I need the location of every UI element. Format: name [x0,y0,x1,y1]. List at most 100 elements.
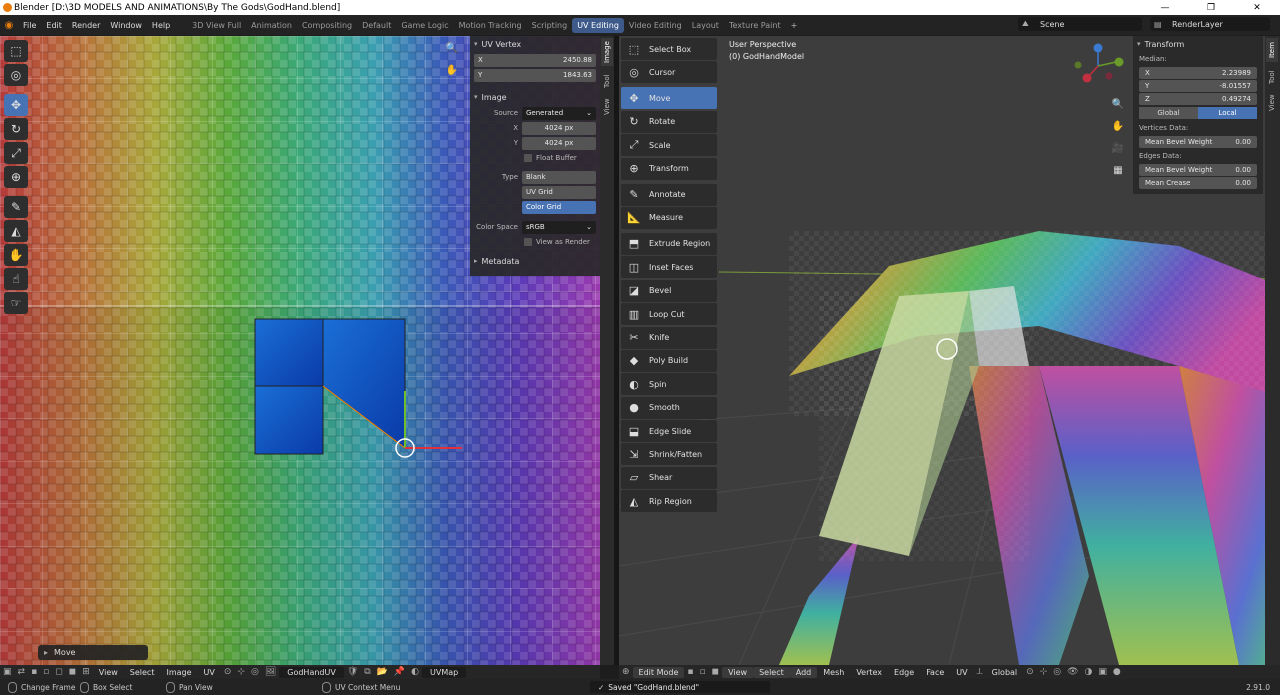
color-space-dropdown[interactable]: Color Space sRGB ⌄ [474,220,596,234]
fake-user-icon[interactable]: 🛡 [344,667,361,677]
edge-select-icon[interactable]: ▫ [40,667,52,677]
tab-compositing[interactable]: Compositing [297,18,357,33]
tool-smooth[interactable]: ● Smooth [621,396,717,419]
vp-menu-select[interactable]: Select [753,666,790,678]
tool-inset-faces[interactable]: ◫ Inset Faces [621,256,717,279]
xray-icon[interactable]: ▣ [1095,667,1110,677]
image-width-field[interactable]: X 4024 px [474,121,596,135]
tab-3d-view-full[interactable]: 3D View Full [187,18,246,33]
tool-transform[interactable]: ⊕ Transform [621,157,717,180]
pivot-icon[interactable]: ⊙ [221,667,235,677]
uv-vertex-y-field[interactable]: Y 1843.63 [474,68,596,82]
image-panel-header[interactable]: ▾ Image [470,89,600,105]
uv-transform-tool-button[interactable]: ⊕ [4,166,28,188]
edge-bevel-weight-field[interactable]: Mean Bevel Weight 0.00 [1139,164,1257,176]
new-image-icon[interactable]: ⧉ [361,667,373,677]
open-image-icon[interactable]: 📂 [374,667,391,677]
tool-poly-build[interactable]: ◆ Poly Build [621,349,717,372]
image-height-field[interactable]: Y 4024 px [474,136,596,150]
uv-menu-image[interactable]: Image [160,668,197,677]
tab-game-logic[interactable]: Game Logic [396,18,453,33]
metadata-panel-header[interactable]: ▸ Metadata [470,253,600,269]
image-browse-icon[interactable]: 🖼 [262,667,279,677]
vp-menu-face[interactable]: Face [920,668,950,677]
uv-vertex-x-field[interactable]: X 2450.88 [474,53,596,67]
tab-item[interactable]: Item [1266,38,1278,62]
face-select-mode-icon[interactable]: ◼ [709,667,722,677]
zoom-icon[interactable]: 🔍 [1110,96,1126,112]
uv-cursor-tool-button[interactable]: ◎ [4,64,28,86]
shading-solid-icon[interactable]: ● [1110,667,1124,677]
editor-type-icon[interactable]: ⊕ [619,667,633,677]
tab-default[interactable]: Default [357,18,396,33]
type-option-blank[interactable]: Type Blank [474,170,596,184]
tool-rotate[interactable]: ↻ Rotate [621,110,717,133]
tool-loop-cut[interactable]: ▥ Loop Cut [621,303,717,326]
tab-tool[interactable]: Tool [1266,66,1278,88]
menu-file[interactable]: File [18,21,41,30]
uv-vertex-header[interactable]: ▾ UV Vertex [470,36,600,52]
vertex-select-icon[interactable]: ▪ [28,667,40,677]
uv-editor[interactable]: ⬚ ◎ ✥ ↻ ⤢ ⊕ ✎ ◭ ✋ ☝ ☞ 🔍 ✋ ▾ UV Vertex X 24… [0,36,600,665]
vp-menu-view[interactable]: View [722,666,754,678]
pan-hand-icon[interactable]: ✋ [444,62,460,78]
tool-cursor[interactable]: ◎ Cursor [621,61,717,84]
uv-menu-uv[interactable]: UV [198,668,221,677]
uv-relax-tool-button[interactable]: ☝ [4,268,28,290]
uv-select-tool-button[interactable]: ⬚ [4,40,28,62]
menu-help[interactable]: Help [147,21,175,30]
menu-render[interactable]: Render [67,21,105,30]
add-workspace-button[interactable]: + [786,18,803,33]
median-x-field[interactable]: X 2.23989 [1139,67,1257,79]
uv-menu-select[interactable]: Select [124,668,161,677]
tab-animation[interactable]: Animation [246,18,297,33]
uv-move-tool-button[interactable]: ✥ [4,94,28,116]
view-as-render-checkbox[interactable]: View as Render [524,235,600,249]
tab-scripting[interactable]: Scripting [527,18,573,33]
tool-extrude-region[interactable]: ⬒ Extrude Region [621,232,717,255]
tab-layout[interactable]: Layout [687,18,724,33]
vertex-select-mode-icon[interactable]: ▪ [684,667,696,677]
sticky-selection-icon[interactable]: ⊞ [79,667,93,677]
tool-shear[interactable]: ▱ Shear [621,466,717,489]
tab-view[interactable]: View [1266,92,1278,114]
face-select-icon[interactable]: ◻ [52,667,65,677]
pin-icon[interactable]: 📌 [391,667,408,677]
tool-measure[interactable]: 📐 Measure [621,206,717,229]
tab-tool[interactable]: Tool [601,70,613,92]
transform-header[interactable]: ▾ Transform [1133,36,1263,52]
uv-scale-tool-button[interactable]: ⤢ [4,142,28,164]
tool-scale[interactable]: ⤢ Scale [621,134,717,157]
tool-select-box[interactable]: ⬚ Select Box [621,38,717,60]
tool-annotate[interactable]: ✎ Annotate [621,183,717,206]
editor-type-icon[interactable]: ▣ [0,667,15,677]
proportional-edit-icon[interactable]: ◎ [248,667,262,677]
tool-rip-region[interactable]: ◭ Rip Region [621,490,717,513]
navigation-gizmo[interactable] [1074,43,1124,83]
vertex-bevel-weight-field[interactable]: Mean Bevel Weight 0.00 [1139,136,1257,148]
last-operator-panel[interactable]: ▸ Move [38,645,148,660]
tab-video-editing[interactable]: Video Editing [624,18,687,33]
maximize-button[interactable]: ❐ [1188,0,1234,15]
tool-move[interactable]: ✥ Move [621,87,717,110]
edge-select-mode-icon[interactable]: ▫ [697,667,709,677]
3d-viewport[interactable]: ⬚ Select Box ◎ Cursor ✥ Move ↻ Rotate ⤢ Scale ⊕ Tra… [619,36,1280,665]
menu-edit[interactable]: Edit [41,21,67,30]
median-y-field[interactable]: Y -8.01557 [1139,80,1257,92]
close-button[interactable]: ✕ [1234,0,1280,15]
vp-menu-vertex[interactable]: Vertex [850,668,888,677]
uv-rip-tool-button[interactable]: ◭ [4,220,28,242]
zoom-icon[interactable]: 🔍 [444,40,460,56]
visibility-icon[interactable]: 👁 [1064,667,1081,677]
proportional-edit-icon[interactable]: ◎ [1050,667,1064,677]
blender-menu-icon[interactable]: ◉ [0,20,18,31]
orientation-selector[interactable]: Global [986,668,1024,677]
renderlayer-selector[interactable]: ▤ RenderLayer [1150,17,1270,31]
local-toggle[interactable]: Local [1198,107,1257,119]
tab-uv-editing[interactable]: UV Editing [572,17,624,33]
uv-rotate-tool-button[interactable]: ↻ [4,118,28,140]
image-name-field[interactable]: GodHandUV [279,666,344,678]
uv-pinch-tool-button[interactable]: ☞ [4,292,28,314]
median-z-field[interactable]: Z 0.49274 [1139,93,1257,105]
menu-window[interactable]: Window [105,21,147,30]
